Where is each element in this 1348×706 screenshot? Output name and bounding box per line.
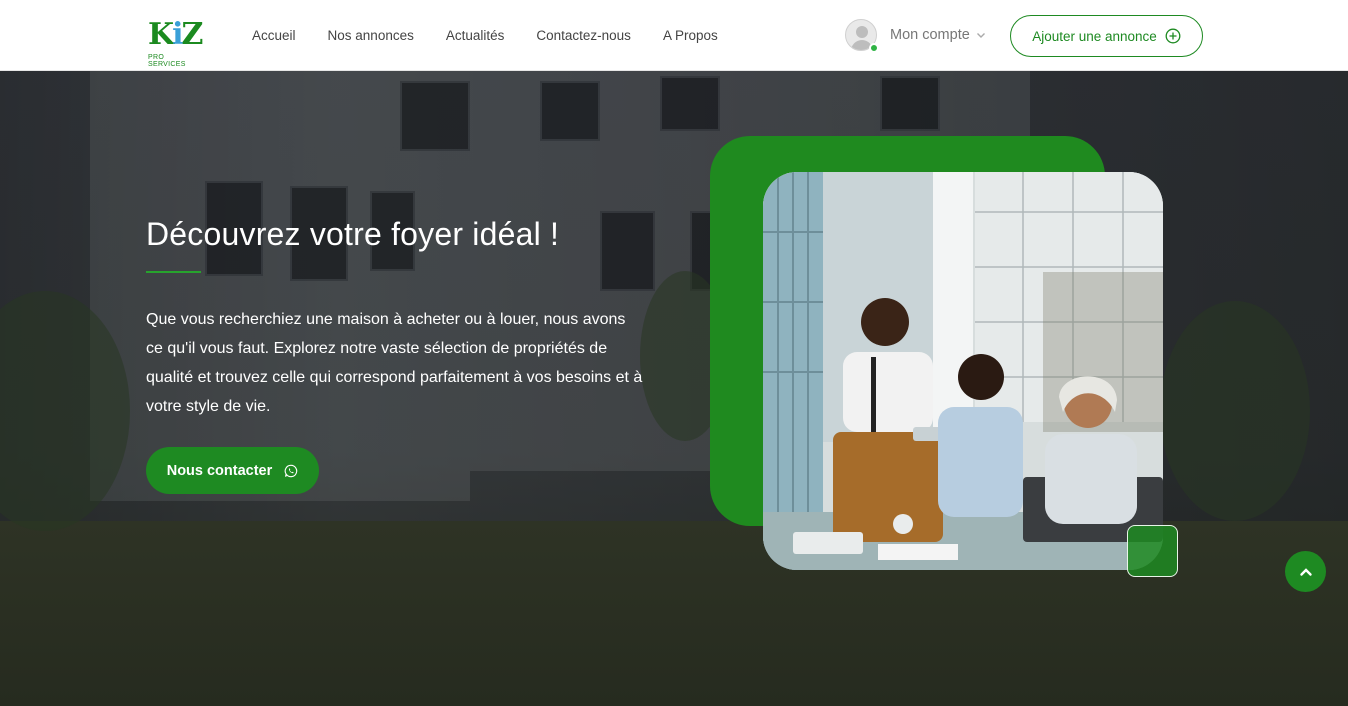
media-thumbnail-button[interactable] [1127, 525, 1178, 577]
logo-mark: KiZ [148, 17, 203, 52]
chevron-down-icon [976, 33, 985, 38]
hero-description: Que vous recherchiez une maison à achete… [146, 311, 643, 415]
add-listing-button[interactable]: Ajouter une annonce [1010, 15, 1203, 57]
account-menu[interactable]: Mon compte [845, 17, 986, 53]
nav-item-actualites[interactable]: Actualités [446, 28, 505, 44]
plus-circle-icon [1165, 28, 1181, 44]
site-header: KiZ PRO SERVICES Accueil Nos annonces Ac… [0, 0, 1348, 71]
nav-item-nos-annonces[interactable]: Nos annonces [328, 28, 414, 44]
chevron-up-icon [1299, 567, 1312, 576]
title-underline [146, 271, 201, 273]
whatsapp-icon [284, 464, 298, 477]
add-listing-label: Ajouter une annonce [1032, 28, 1157, 44]
account-label: Mon compte [890, 27, 970, 43]
hero-title: Découvrez votre foyer idéal ! [146, 216, 560, 252]
nav-item-accueil[interactable]: Accueil [252, 28, 296, 44]
scroll-to-top-button[interactable] [1285, 551, 1326, 592]
nav-item-a-propos[interactable]: A Propos [663, 28, 718, 44]
office-team-photo [763, 172, 1163, 570]
logo-tagline: PRO SERVICES [148, 54, 186, 68]
online-status-dot [869, 43, 879, 53]
site-logo[interactable]: KiZ PRO SERVICES [148, 17, 203, 69]
contact-button-label: Nous contacter [166, 462, 273, 479]
nav-item-contactez-nous[interactable]: Contactez-nous [536, 28, 631, 44]
contact-button[interactable]: Nous contacter [146, 447, 319, 494]
main-nav: Accueil Nos annonces Actualités Contacte… [252, 28, 750, 44]
